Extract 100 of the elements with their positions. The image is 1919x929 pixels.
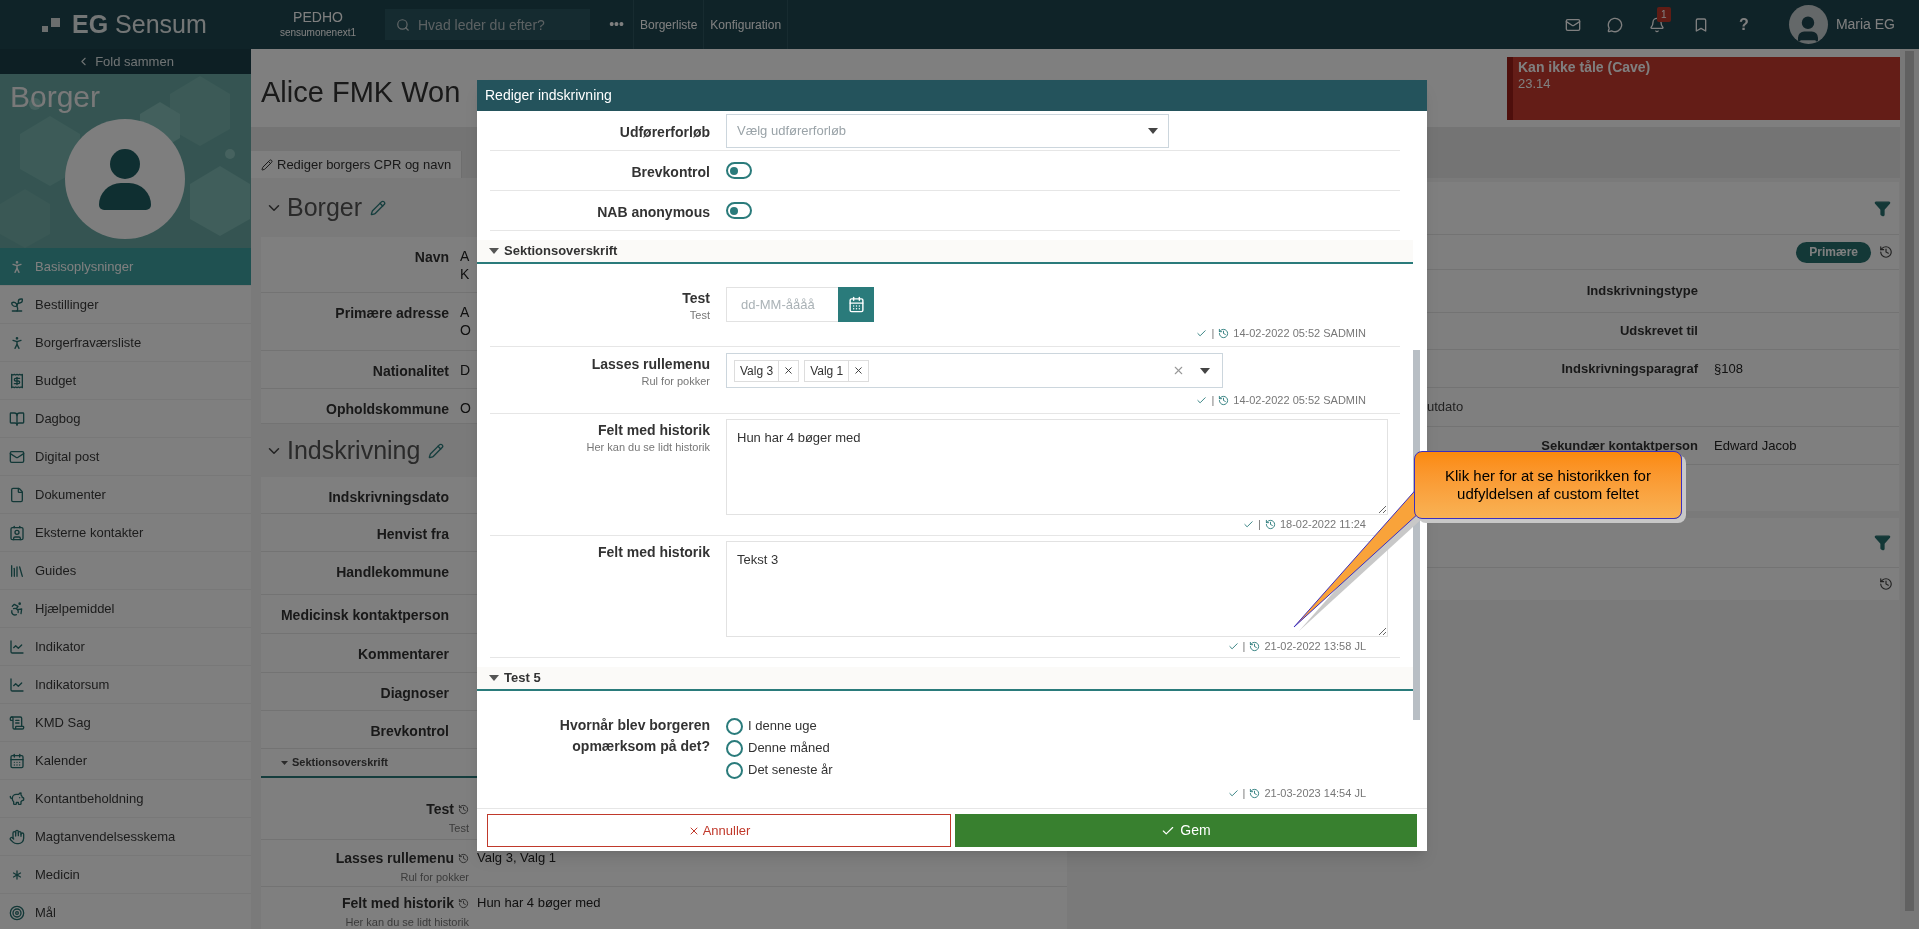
section-heading: Borger bbox=[287, 191, 363, 223]
history-icon[interactable] bbox=[1879, 577, 1893, 591]
caret-icon bbox=[1200, 367, 1210, 374]
field-hint: Her kan du se lidt historik bbox=[345, 915, 469, 929]
history-stamp[interactable]: 14-02-2022 05:52 SADMIN bbox=[1233, 324, 1366, 342]
field-label: Diagnoser bbox=[379, 684, 449, 703]
text-area[interactable]: Hun har 4 bøger med bbox=[726, 419, 1388, 515]
history-stamp[interactable]: 21-02-2022 13:58 JL bbox=[1264, 637, 1366, 655]
notification-icon[interactable] bbox=[1649, 16, 1666, 33]
field-value: §108 bbox=[1714, 359, 1743, 378]
filter-icon[interactable] bbox=[1874, 534, 1891, 551]
radio-option[interactable]: Det seneste år bbox=[726, 759, 1388, 781]
chat-icon[interactable] bbox=[1607, 16, 1624, 33]
calendar-icon bbox=[847, 296, 865, 313]
tenant-name[interactable]: PEDHO bbox=[293, 9, 343, 25]
check-icon bbox=[1243, 518, 1255, 530]
radio-option[interactable]: I denne uge bbox=[726, 715, 1388, 737]
mail-icon[interactable] bbox=[1565, 16, 1582, 33]
field-value: K bbox=[460, 265, 470, 283]
section-header[interactable]: Test 5 bbox=[477, 667, 1413, 691]
history-icon[interactable] bbox=[1218, 394, 1230, 406]
sidebar-item[interactable]: Basisoplysninger bbox=[0, 248, 251, 286]
field-label: Indskrivningsdato bbox=[327, 488, 449, 507]
history-icon[interactable] bbox=[1249, 640, 1261, 652]
radio-option[interactable]: Denne måned bbox=[726, 737, 1388, 759]
user-avatar[interactable] bbox=[1788, 5, 1828, 44]
check-icon bbox=[1227, 640, 1239, 652]
field-label: Test bbox=[426, 800, 454, 819]
clear-icon[interactable] bbox=[1172, 364, 1185, 377]
field-value: A bbox=[460, 247, 470, 265]
mail-icon bbox=[9, 448, 25, 465]
field-label: Indskrivningsparagraf bbox=[1561, 359, 1698, 378]
field-value: O bbox=[460, 321, 471, 339]
history-icon[interactable] bbox=[1218, 327, 1230, 339]
history-icon[interactable] bbox=[458, 804, 469, 815]
collapse-button[interactable]: Fold sammen bbox=[0, 49, 251, 74]
field-value: O bbox=[460, 399, 471, 417]
radio-icon[interactable] bbox=[726, 739, 743, 757]
receipt-icon bbox=[9, 372, 25, 389]
edit-link[interactable]: Rediger borgers CPR og navn bbox=[251, 151, 463, 178]
history-icon[interactable] bbox=[1249, 787, 1261, 799]
user-name[interactable]: Maria EG bbox=[1835, 14, 1895, 35]
alert-card[interactable]: Kan ikke tåle (Cave) 23.14 bbox=[1507, 57, 1900, 120]
tag: Valg 1 bbox=[804, 359, 870, 382]
field-label: Opholdskommune bbox=[325, 400, 449, 419]
field-hint: Test bbox=[448, 821, 469, 836]
history-stamp[interactable]: 14-02-2022 05:52 SADMIN bbox=[1233, 391, 1366, 409]
field-hint: Rul for pokker bbox=[641, 374, 710, 389]
field-value: D bbox=[460, 361, 471, 379]
edit-icon[interactable] bbox=[428, 442, 445, 459]
section-header[interactable]: Sektionsoverskrift bbox=[477, 240, 1413, 264]
help-button[interactable]: ? bbox=[1739, 12, 1749, 37]
date-field[interactable]: dd-MM-åååå bbox=[726, 287, 838, 322]
toggle-switch[interactable] bbox=[726, 162, 752, 179]
field-label: Henvist fra bbox=[375, 525, 449, 544]
person-icon bbox=[9, 334, 25, 351]
field-label: Primære adresse bbox=[334, 304, 449, 323]
field-label: Brevkontrol bbox=[631, 162, 710, 181]
cancel-button[interactable]: Annuller bbox=[487, 814, 951, 847]
save-button[interactable]: Gem bbox=[955, 814, 1417, 847]
field-label: Lasses rullemenu bbox=[591, 355, 710, 373]
logo-text: EG Sensum bbox=[72, 8, 207, 40]
notification-badge: 1 bbox=[1657, 6, 1671, 22]
check-icon bbox=[1196, 327, 1208, 339]
history-stamp[interactable]: 21-03-2023 14:54 JL bbox=[1264, 784, 1366, 802]
field-label: Handlekommune bbox=[335, 563, 449, 582]
dialog-title: Rediger indskrivning bbox=[477, 80, 1427, 111]
sprout-icon bbox=[9, 296, 25, 313]
person-icon bbox=[9, 258, 25, 275]
history-stamp[interactable]: 18-02-2022 11:24 bbox=[1279, 515, 1366, 533]
multi-select-field[interactable]: Valg 3 Valg 1 bbox=[726, 353, 1223, 388]
search-field[interactable]: Hvad leder du efter? bbox=[385, 9, 590, 40]
field-value: Hun har 4 bøger med bbox=[477, 894, 601, 912]
calendar-icon bbox=[9, 752, 25, 769]
toggle-switch[interactable] bbox=[726, 202, 752, 219]
caret-icon bbox=[489, 248, 499, 254]
field-label: Lasses rullemenu bbox=[335, 849, 454, 868]
calendar-button[interactable] bbox=[838, 287, 874, 322]
radio-icon[interactable] bbox=[726, 761, 743, 779]
remove-icon[interactable] bbox=[853, 365, 865, 376]
text-area[interactable]: Tekst 3 bbox=[726, 541, 1388, 637]
history-icon[interactable] bbox=[458, 898, 469, 909]
history-icon[interactable] bbox=[1879, 245, 1893, 259]
radio-icon[interactable] bbox=[726, 717, 743, 735]
filter-icon[interactable] bbox=[1874, 199, 1891, 217]
field-label: Brevkontrol bbox=[369, 722, 449, 741]
field-label: NAB anonymous bbox=[597, 202, 710, 221]
remove-icon[interactable] bbox=[783, 365, 795, 376]
history-icon[interactable] bbox=[458, 853, 469, 864]
edit-icon[interactable] bbox=[370, 199, 387, 216]
check-icon bbox=[1227, 787, 1239, 799]
history-icon[interactable] bbox=[1264, 518, 1276, 530]
piggy-bank-icon bbox=[9, 790, 25, 807]
page-title: Alice FMK Won bbox=[261, 75, 461, 110]
select-field[interactable]: Vælg udførerforløb bbox=[726, 113, 1169, 148]
field-label: Navn bbox=[413, 248, 449, 267]
field-value: A bbox=[460, 303, 471, 321]
field-value: Valg 3, Valg 1 bbox=[477, 849, 556, 867]
scrollbar[interactable] bbox=[1900, 49, 1919, 929]
document-icon bbox=[9, 486, 25, 503]
